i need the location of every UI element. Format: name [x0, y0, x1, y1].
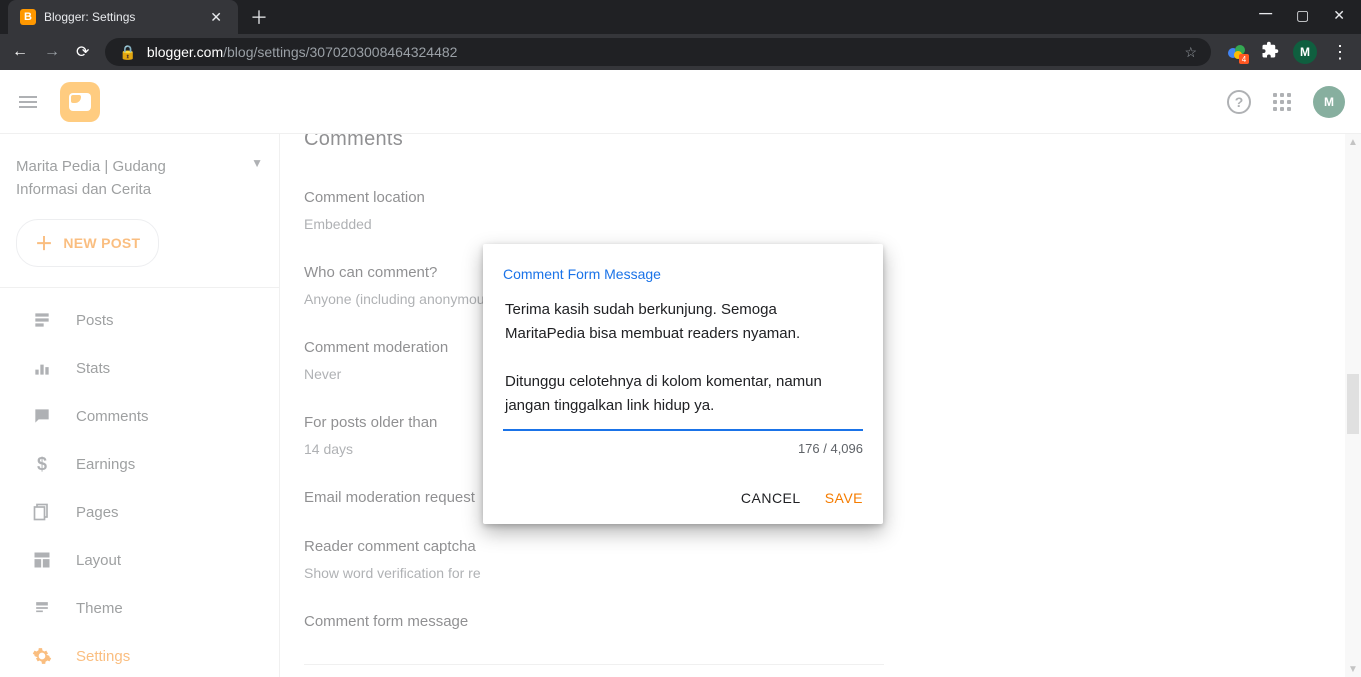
back-icon[interactable]: ← [12, 43, 28, 61]
browser-tab[interactable]: B Blogger: Settings ✕ [8, 0, 238, 34]
char-count: 176 / 4,096 [503, 441, 863, 456]
url-path: /blog/settings/3070203008464324482 [223, 44, 457, 60]
browser-titlebar: B Blogger: Settings ✕ ＋ ─ ▢ ✕ [0, 0, 1361, 34]
extensions-puzzle-icon[interactable] [1261, 41, 1279, 64]
lock-icon: 🔒 [119, 44, 136, 61]
dialog-title: Comment Form Message [503, 266, 863, 282]
minimize-icon[interactable]: ─ [1259, 3, 1272, 24]
url-domain: blogger.com [147, 44, 223, 60]
close-window-icon[interactable]: ✕ [1333, 7, 1345, 28]
close-tab-icon[interactable]: ✕ [206, 9, 226, 26]
extension-balloon-icon[interactable]: 4 [1227, 42, 1247, 62]
maximize-icon[interactable]: ▢ [1296, 7, 1309, 28]
cancel-button[interactable]: CANCEL [741, 490, 801, 506]
extension-badge-count: 4 [1239, 54, 1249, 64]
tab-title: Blogger: Settings [44, 10, 206, 24]
comment-message-textarea[interactable] [503, 296, 863, 424]
blogger-favicon-icon: B [20, 9, 36, 25]
save-button[interactable]: SAVE [825, 490, 863, 506]
forward-icon[interactable]: → [44, 43, 60, 61]
url-input[interactable]: 🔒 blogger.com/blog/settings/307020300846… [105, 38, 1211, 66]
address-bar: ← → ⟳ 🔒 blogger.com/blog/settings/307020… [0, 34, 1361, 70]
profile-avatar[interactable]: M [1293, 40, 1317, 64]
new-tab-button[interactable]: ＋ [250, 4, 268, 30]
comment-form-message-dialog: Comment Form Message 176 / 4,096 CANCEL … [483, 244, 883, 524]
browser-menu-icon[interactable]: ⋮ [1331, 42, 1349, 63]
reload-icon[interactable]: ⟳ [76, 42, 89, 62]
window-controls: ─ ▢ ✕ [1243, 7, 1361, 28]
bookmark-star-icon[interactable]: ☆ [1184, 44, 1197, 61]
